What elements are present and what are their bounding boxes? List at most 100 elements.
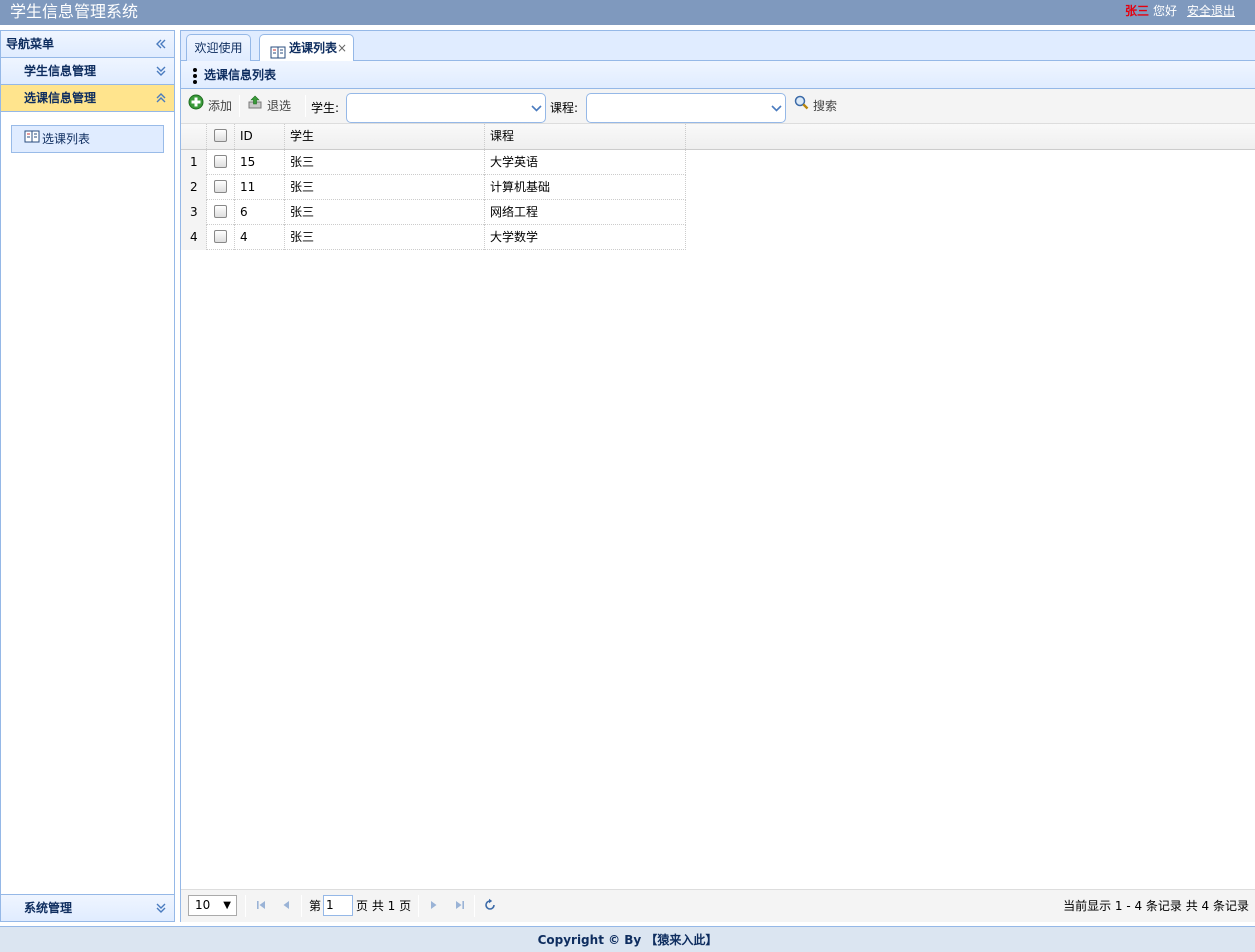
- double-chevron-down-icon[interactable]: [155, 64, 167, 78]
- student-filter-label: 学生:: [311, 101, 340, 115]
- cell-student: 张三: [285, 175, 485, 200]
- cell-id: 11: [235, 175, 285, 200]
- cell-student: 张三: [285, 225, 485, 250]
- last-page-icon[interactable]: [453, 898, 467, 912]
- tab-label: 欢迎使用: [194, 41, 243, 55]
- pager-divider: [418, 895, 419, 917]
- search-label: 搜索: [813, 99, 838, 113]
- sidebar-title-bar: 导航菜单: [1, 31, 174, 58]
- next-page-icon[interactable]: [427, 898, 441, 912]
- add-button[interactable]: 添加: [188, 94, 232, 118]
- tabs-bar: 欢迎使用 选课列表 ×: [181, 31, 1255, 62]
- accordion-course-selection[interactable]: 选课信息管理: [1, 85, 174, 112]
- menu-item-course-list[interactable]: 选课列表: [11, 125, 164, 153]
- double-chevron-up-icon[interactable]: [155, 91, 167, 105]
- column-header-id[interactable]: ID: [235, 124, 285, 149]
- row-number: 3: [181, 200, 207, 225]
- sidebar-title: 导航菜单: [6, 37, 55, 51]
- toolbar-divider: [305, 95, 306, 117]
- sidebar: 导航菜单 学生信息管理 选课信息管理 选课列表 系统管理: [0, 30, 175, 922]
- row-number: 2: [181, 175, 207, 200]
- page-size-select[interactable]: 10 ▼: [188, 895, 237, 916]
- search-icon: [794, 94, 809, 118]
- double-chevron-left-icon[interactable]: [155, 37, 167, 51]
- add-label: 添加: [208, 99, 233, 113]
- drop-course-button[interactable]: 退选: [247, 94, 291, 118]
- cell-id: 6: [235, 200, 285, 225]
- column-header-course[interactable]: 课程: [485, 124, 686, 149]
- dropdown-triangle-icon: ▼: [223, 900, 231, 911]
- cell-course: 计算机基础: [485, 175, 686, 200]
- accordion-label: 选课信息管理: [24, 91, 97, 105]
- tab-label: 选课列表: [289, 41, 338, 55]
- cell-course: 大学数学: [485, 225, 686, 250]
- table-row[interactable]: 4 4 张三 大学数学: [181, 225, 686, 250]
- double-chevron-down-icon[interactable]: [155, 901, 167, 915]
- page-prefix: 第: [309, 899, 322, 913]
- row-checkbox[interactable]: [214, 155, 227, 168]
- list-title-bar: 选课信息列表: [181, 61, 1255, 89]
- row-checkbox[interactable]: [214, 230, 227, 243]
- row-number: 4: [181, 225, 207, 250]
- table-row[interactable]: 3 6 张三 网络工程: [181, 200, 686, 225]
- page-size-value: 10: [195, 898, 211, 912]
- first-page-icon[interactable]: [254, 898, 268, 912]
- plus-icon: [188, 94, 204, 118]
- pager-record-info: 当前显示 1 - 4 条记录 共 4 条记录: [1063, 899, 1249, 913]
- main-panel: 欢迎使用 选课列表 × 选课信息列表 添加 退选 学生: 课程: 搜索 ID 学…: [180, 30, 1255, 922]
- row-checkbox[interactable]: [214, 205, 227, 218]
- cell-course: 大学英语: [485, 150, 686, 175]
- grid-header: ID 学生 课程: [181, 124, 1255, 150]
- course-filter-label: 课程:: [550, 101, 579, 115]
- pagination-bar: 10 ▼ 第 1 页 共 1 页 当前显示 1 - 4 条记录 共 4 条记录: [181, 889, 1255, 922]
- top-header: 学生信息管理系统 张三 您好 安全退出: [0, 0, 1255, 25]
- row-select-cell: [207, 200, 235, 225]
- row-select-cell: [207, 175, 235, 200]
- chevron-down-icon[interactable]: [527, 94, 545, 122]
- search-button[interactable]: 搜索: [794, 94, 837, 118]
- row-checkbox[interactable]: [214, 180, 227, 193]
- user-area: 张三 您好 安全退出: [1125, 3, 1235, 19]
- accordion-system[interactable]: 系统管理: [1, 894, 174, 921]
- accordion-body: 选课列表: [1, 112, 174, 896]
- pager-divider: [245, 895, 246, 917]
- accordion-label: 系统管理: [24, 901, 73, 915]
- table-row[interactable]: 1 15 张三 大学英语: [181, 150, 686, 175]
- app-title: 学生信息管理系统: [10, 2, 139, 21]
- user-name: 张三: [1124, 4, 1149, 18]
- pager-divider: [301, 895, 302, 917]
- cell-student: 张三: [285, 150, 485, 175]
- toolbar-divider: [239, 95, 240, 117]
- accordion-student-info[interactable]: 学生信息管理: [1, 58, 174, 85]
- cell-id: 4: [235, 225, 285, 250]
- toolbar: 添加 退选 学生: 课程: 搜索: [181, 89, 1255, 124]
- prev-page-icon[interactable]: [279, 898, 293, 912]
- tab-welcome[interactable]: 欢迎使用: [186, 34, 251, 61]
- upload-box-icon: [247, 94, 263, 118]
- refresh-icon[interactable]: [483, 898, 497, 912]
- rownum-header: [181, 124, 207, 149]
- logout-link[interactable]: 安全退出: [1187, 4, 1235, 18]
- row-select-cell: [207, 225, 235, 250]
- course-combobox[interactable]: [586, 93, 786, 123]
- cell-student: 张三: [285, 200, 485, 225]
- student-combobox[interactable]: [346, 93, 546, 123]
- page-number-input[interactable]: 1: [323, 895, 353, 916]
- cell-course: 网络工程: [485, 200, 686, 225]
- tab-course-list[interactable]: 选课列表 ×: [259, 34, 354, 62]
- page-suffix: 页 共 1 页: [356, 899, 412, 913]
- select-all-checkbox[interactable]: [214, 129, 227, 142]
- accordion-label: 学生信息管理: [24, 64, 97, 78]
- column-header-student[interactable]: 学生: [285, 124, 485, 149]
- drop-label: 退选: [267, 99, 292, 113]
- cell-id: 15: [235, 150, 285, 175]
- row-number: 1: [181, 150, 207, 175]
- menu-item-label: 选课列表: [42, 132, 91, 146]
- table-row[interactable]: 2 11 张三 计算机基础: [181, 175, 686, 200]
- vertical-dots-icon: [193, 68, 197, 86]
- list-title: 选课信息列表: [204, 68, 277, 82]
- close-icon[interactable]: ×: [337, 35, 347, 61]
- chevron-down-icon[interactable]: [767, 94, 785, 122]
- footer-copyright: Copyright © By 【猿来入此】: [0, 926, 1255, 952]
- pager-divider: [474, 895, 475, 917]
